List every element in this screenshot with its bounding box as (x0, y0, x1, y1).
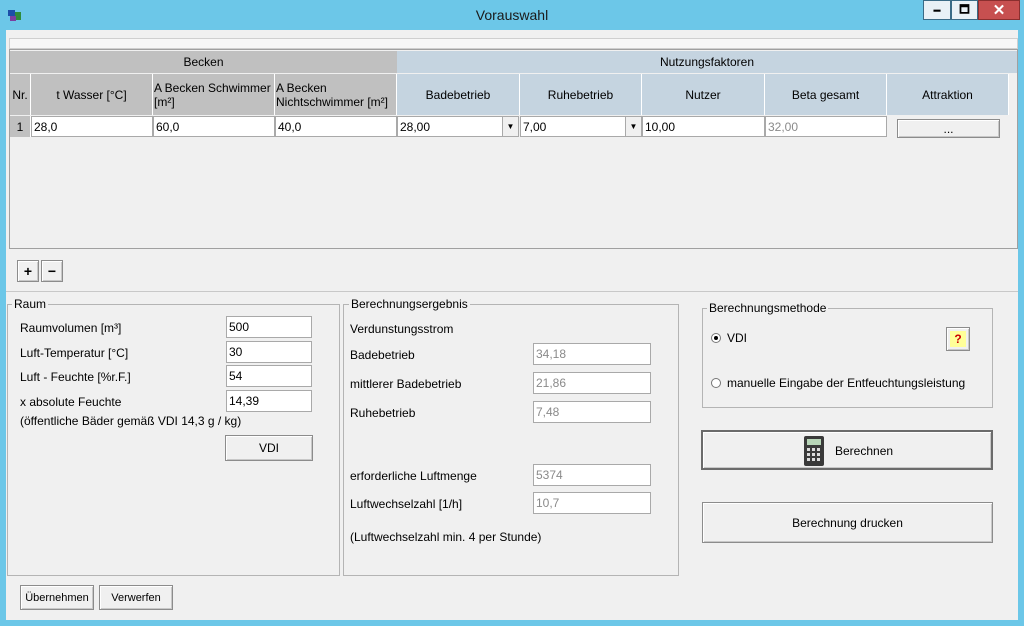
col-header-nr[interactable]: Nr. (10, 74, 31, 115)
verdunstung-label: Verdunstungsstrom (350, 322, 454, 336)
grid-toolbar-strip (9, 38, 1018, 49)
col-header-t-wasser[interactable]: t Wasser [°C] (31, 74, 153, 115)
dropdown-ruhebetrieb-value: 7,00 (523, 119, 547, 134)
calculator-icon (804, 436, 824, 466)
cell-a-nichtschwimmer[interactable]: 40,0 (275, 116, 397, 137)
luftwechselzahl-output: 10,7 (533, 492, 651, 514)
temperatur-label: Luft-Temperatur [°C] (20, 346, 129, 360)
luftwechselzahl-note: (Luftwechselzahl min. 4 per Stunde) (350, 530, 542, 544)
help-icon: ? (950, 331, 966, 347)
absolute-feuchte-input[interactable]: 14,39 (226, 390, 312, 412)
col-header-a-nichtschwimmer[interactable]: A Becken Nichtschwimmer [m²] (275, 74, 397, 115)
divider (6, 291, 1018, 292)
ergebnis-group-title: Berechnungsergebnis (349, 297, 470, 311)
plus-icon: + (23, 263, 33, 279)
radio-vdi-indicator[interactable] (711, 333, 721, 343)
dropdown-ruhebetrieb[interactable]: 7,00 ▼ (520, 116, 642, 137)
remove-row-button[interactable]: − (41, 260, 63, 282)
col-header-beta-gesamt[interactable]: Beta gesamt (765, 74, 887, 115)
close-button[interactable]: ✕ (978, 0, 1020, 20)
minimize-button[interactable]: 🗕 (923, 0, 951, 20)
minimize-icon: 🗕 (933, 3, 941, 16)
dropdown-badebetrieb[interactable]: 28,00 ▼ (397, 116, 519, 137)
add-row-button[interactable]: + (17, 260, 39, 282)
ruhebetrieb-output: 7,48 (533, 401, 651, 423)
group-header-becken: Becken (10, 51, 397, 73)
vdi-note: (öffentliche Bäder gemäß VDI 14,3 g / kg… (20, 414, 242, 428)
berechnen-label: Berechnen (835, 444, 894, 458)
radio-vdi[interactable]: VDI (711, 331, 747, 345)
close-icon: ✕ (992, 2, 1006, 19)
app-window: Vorauswahl 🗕 🗖 ✕ Becken Nutzungsfaktoren… (0, 0, 1024, 626)
radio-vdi-label: VDI (727, 331, 748, 345)
mittlerer-badebetrieb-output: 21,86 (533, 372, 651, 394)
cell-beta-gesamt: 32,00 (765, 116, 887, 137)
feuchte-label: Luft - Feuchte [%r.F.] (20, 370, 131, 384)
raum-group-title: Raum (12, 297, 49, 311)
luftwechselzahl-label: Luftwechselzahl [1/h] (350, 497, 463, 511)
vdi-button[interactable]: VDI (225, 435, 313, 461)
chevron-down-icon[interactable]: ▼ (502, 117, 518, 136)
apply-button[interactable]: Übernehmen (20, 585, 94, 610)
col-header-attraktion[interactable]: Attraktion (887, 74, 1009, 115)
methode-group (702, 308, 993, 408)
col-header-badebetrieb[interactable]: Badebetrieb (397, 74, 520, 115)
attraktion-button[interactable]: ... (897, 119, 1000, 138)
cell-t-wasser[interactable]: 28,0 (31, 116, 153, 137)
radio-manual-label: manuelle Eingabe der Entfeuchtungsleistu… (727, 376, 966, 390)
dropdown-badebetrieb-value: 28,00 (400, 119, 431, 134)
absolute-feuchte-label: x absolute Feuchte (20, 395, 122, 409)
maximize-button[interactable]: 🗖 (951, 0, 978, 20)
print-calculation-button[interactable]: Berechnung drucken (702, 502, 993, 543)
minus-icon: − (47, 263, 57, 279)
row-number[interactable]: 1 (10, 116, 31, 137)
radio-manual[interactable]: manuelle Eingabe der Entfeuchtungsleistu… (711, 376, 965, 390)
luftmenge-output: 5374 (533, 464, 651, 486)
ruhebetrieb-label: Ruhebetrieb (350, 406, 416, 420)
cell-nutzer[interactable]: 10,00 (642, 116, 765, 137)
badebetrieb-label: Badebetrieb (350, 348, 415, 362)
berechnen-button[interactable]: Berechnen (701, 430, 993, 470)
group-header-nutzungsfaktoren: Nutzungsfaktoren (397, 51, 1017, 73)
col-header-ruhebetrieb[interactable]: Ruhebetrieb (520, 74, 642, 115)
chevron-down-icon[interactable]: ▼ (625, 117, 641, 136)
radio-manual-indicator[interactable] (711, 378, 721, 388)
window-title: Vorauswahl (475, 7, 549, 23)
title-bar[interactable]: Vorauswahl 🗕 🗖 ✕ (0, 0, 1024, 30)
mittlerer-badebetrieb-label: mittlerer Badebetrieb (350, 377, 462, 391)
luftmenge-label: erforderliche Luftmenge (350, 469, 477, 483)
temperatur-input[interactable]: 30 (226, 341, 312, 363)
maximize-icon: 🗖 (959, 3, 970, 16)
badebetrieb-output: 34,18 (533, 343, 651, 365)
raumvolumen-input[interactable]: 500 (226, 316, 312, 338)
help-button[interactable]: ? (946, 327, 970, 351)
col-header-a-schwimmer[interactable]: A Becken Schwimmer [m²] (153, 74, 275, 115)
methode-group-title: Berechnungsmethode (707, 301, 829, 315)
discard-button[interactable]: Verwerfen (99, 585, 173, 610)
feuchte-input[interactable]: 54 (226, 365, 312, 387)
raumvolumen-label: Raumvolumen [m³] (20, 321, 122, 335)
col-header-nutzer[interactable]: Nutzer (642, 74, 765, 115)
cell-a-schwimmer[interactable]: 60,0 (153, 116, 275, 137)
